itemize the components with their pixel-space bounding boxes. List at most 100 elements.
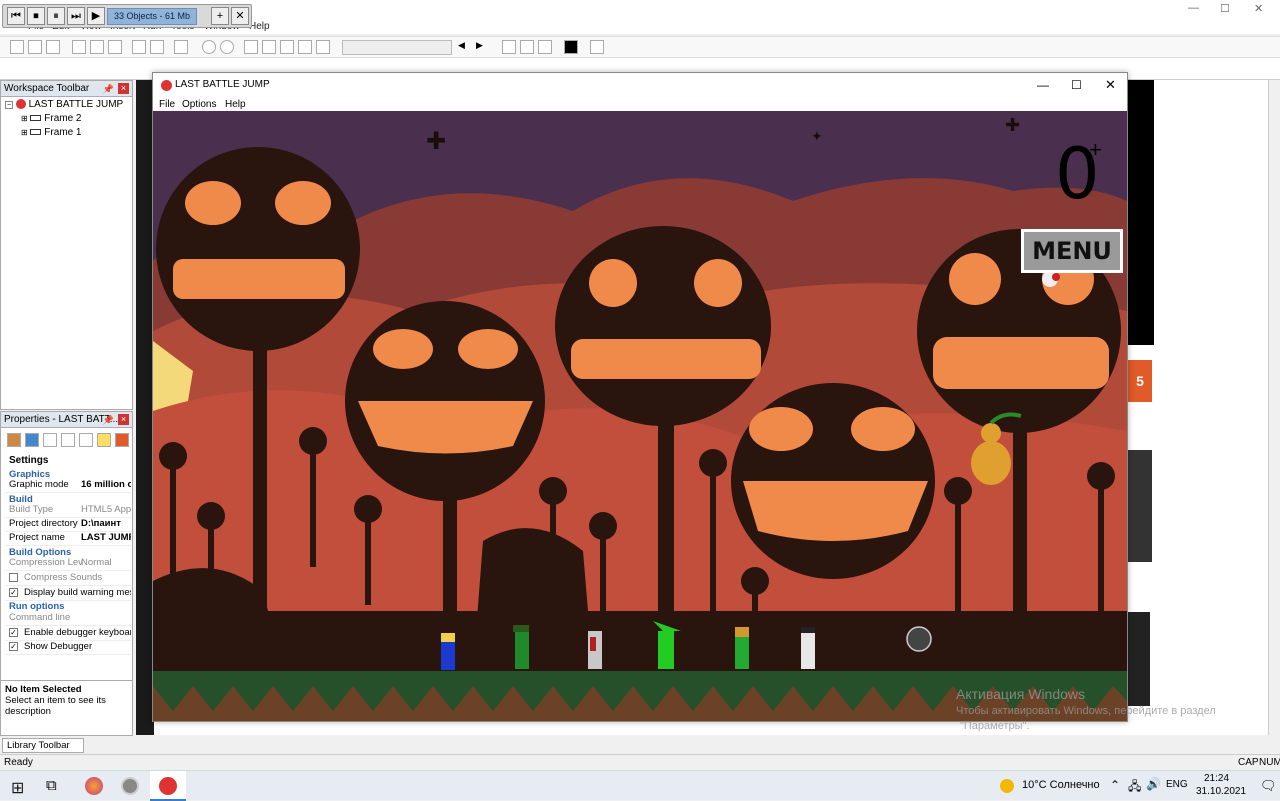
frame-editor-icon[interactable] [262,40,276,54]
row-command-line[interactable]: Command line [5,612,131,626]
clickteam-icon[interactable] [121,777,139,795]
windows-start-icon[interactable]: ⊞ [11,778,24,798]
align-3-icon[interactable] [538,40,552,54]
tree-root[interactable]: − LAST BATTLE JUMP [5,99,123,110]
editor-thumb [1128,450,1152,562]
row-project-directory[interactable]: Project directory D:\паинт [5,518,131,532]
minimize-icon[interactable]: — [1037,73,1049,97]
data-elements-icon[interactable] [316,40,330,54]
paste-icon[interactable] [108,40,122,54]
row-enable-debugger-keyboard[interactable]: ✓ Enable debugger keyboard [5,627,131,641]
row-project-name[interactable]: Project name LAST JUMP [5,532,131,546]
runtime-tab-icon[interactable] [43,433,57,447]
game-canvas[interactable]: ✚ ✚ ✦ 0 + MENU [153,111,1127,721]
checkbox[interactable]: ✓ [9,641,18,651]
event-editor-icon[interactable] [280,40,294,54]
settings-tab-icon[interactable] [7,433,21,447]
properties-tabs [5,432,131,450]
star: ✦ [811,129,823,145]
volume-icon[interactable]: 🔊 [1146,777,1161,791]
save-icon[interactable] [46,40,60,54]
cut-icon[interactable] [72,40,86,54]
status-bar: Ready CAP NUM [0,754,1280,770]
about-tab-icon[interactable] [97,433,111,447]
row-compress-sounds[interactable]: Compress Sounds [5,572,131,586]
tree-frame-2[interactable]: ⊞ Frame 2 [21,113,82,124]
library-toolbar-tab[interactable]: Library Toolbar [2,738,84,753]
new-icon[interactable] [10,40,24,54]
close-icon[interactable]: ✕ [1105,73,1116,97]
storyboard-icon[interactable] [244,40,258,54]
debugger-close-button[interactable]: ✕ [231,7,249,25]
workspace-close-icon[interactable]: × [118,83,129,94]
minimize-icon[interactable]: — [1188,2,1199,14]
event-list-icon[interactable] [298,40,312,54]
network-icon[interactable]: 🖧 [1128,777,1141,798]
weather-text[interactable]: 10°C Солнечно [1022,779,1100,791]
row-show-debugger[interactable]: ✓ Show Debugger [5,641,131,655]
next-frame-icon[interactable]: ▶ [476,40,490,54]
align-icon[interactable] [502,40,516,54]
chevron-up-icon[interactable]: ⌃ [1110,778,1120,792]
pause-button[interactable]: ⏸ [47,7,65,25]
checkbox[interactable] [9,572,18,582]
taskbar: ⊞ ⧉ 10°C Солнечно ⌃ 🖧 🔊 ENG 21:24 31.10.… [0,770,1280,801]
add-button[interactable]: + [211,7,229,25]
properties-close-icon[interactable]: × [118,414,129,425]
row-display-build-warning[interactable]: ✓ Display build warning mes [5,587,131,601]
grid-icon[interactable] [590,40,604,54]
restart-button[interactable]: ⏮ [7,7,25,25]
redo-icon[interactable] [150,40,164,54]
game-app-icon[interactable] [159,777,177,795]
html5-tab-icon[interactable] [115,433,129,447]
events-tab-icon[interactable] [79,433,93,447]
row-graphic-mode[interactable]: Graphic mode 16 million c [5,479,131,493]
game-menu-help[interactable]: Help [225,99,246,110]
clock-date[interactable]: 31.10.2021 [1196,786,1246,797]
color-icon[interactable] [564,40,578,54]
collapse-icon[interactable]: − [5,101,13,109]
expand-icon[interactable]: ⊞ [21,114,28,123]
forward-icon[interactable] [220,40,234,54]
row-build-type[interactable]: Build Type HTML5 App [5,504,131,518]
game-menu-file[interactable]: File [159,99,175,110]
clock-time[interactable]: 21:24 [1204,773,1229,784]
align-2-icon[interactable] [520,40,534,54]
help-icon[interactable] [174,40,188,54]
row-key: Compression Lev [9,557,83,568]
no-item-title: No Item Selected [5,684,82,695]
open-icon[interactable] [28,40,42,54]
menu-button-frame[interactable]: MENU [1021,229,1123,273]
frame-combo[interactable] [342,40,452,55]
tree-frame-1[interactable]: ⊞ Frame 1 [21,127,82,138]
game-menu-options[interactable]: Options [182,99,216,110]
pin-icon[interactable]: 📌 [103,81,114,97]
pin-icon[interactable]: 📌 [103,412,114,428]
undo-icon[interactable] [132,40,146,54]
firefox-icon[interactable] [85,777,103,795]
close-icon[interactable]: ✕ [1254,2,1263,15]
menu-help[interactable]: Help [249,21,270,32]
back-icon[interactable] [202,40,216,54]
task-view-icon[interactable]: ⧉ [46,777,57,794]
fg-floor [153,611,1127,671]
workspace-title: Workspace Toolbar [4,83,90,94]
play-button[interactable]: ▶ [87,7,105,25]
checkbox[interactable]: ✓ [9,627,18,637]
menu-button[interactable]: MENU [1024,232,1120,270]
window-tab-icon[interactable] [25,433,39,447]
maximize-icon[interactable]: ☐ [1071,73,1082,97]
language-indicator[interactable]: ENG [1166,779,1188,790]
prev-frame-icon[interactable]: ◀ [458,40,472,54]
notification-icon[interactable]: 🗨 [1260,778,1277,794]
values-tab-icon[interactable] [61,433,75,447]
stop-button[interactable]: ⏹ [27,7,45,25]
row-compression-level[interactable]: Compression Lev Normal [5,557,131,571]
editor-scrollbar[interactable] [1268,80,1280,735]
copy-icon[interactable] [90,40,104,54]
expand-icon[interactable]: ⊞ [21,128,28,137]
maximize-icon[interactable]: ☐ [1220,2,1230,15]
row-value: HTML5 App [81,504,131,515]
step-button[interactable]: ⏭ [67,7,85,25]
checkbox[interactable]: ✓ [9,587,18,597]
